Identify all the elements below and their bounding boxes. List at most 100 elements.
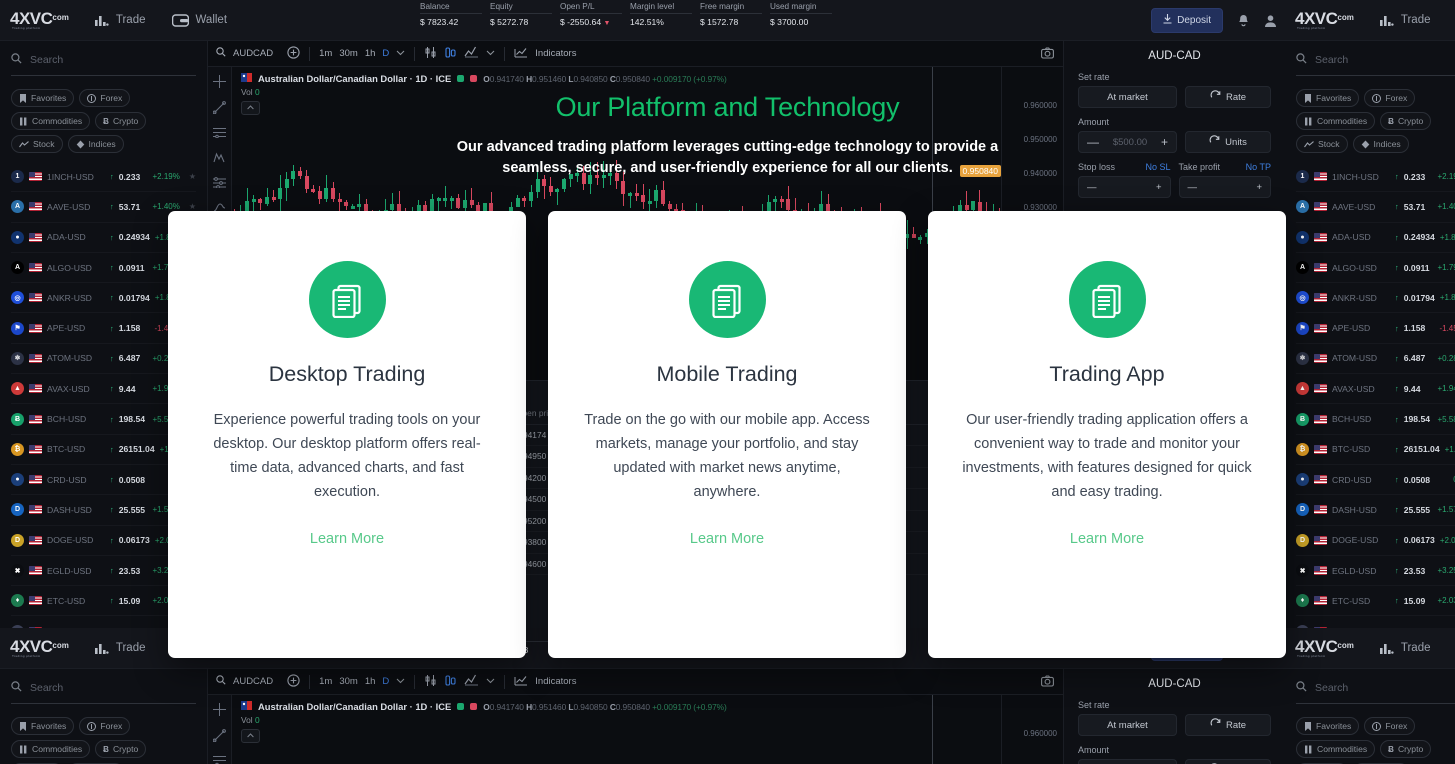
rate-button[interactable]: Rate xyxy=(1185,86,1271,108)
watchlist-search[interactable]: Search xyxy=(1296,51,1455,76)
instrument-row[interactable]: DDOGE-USD↑0.06173+2.08%★ xyxy=(1296,526,1455,556)
instrument-row[interactable]: 11INCH-USD↑0.233+2.19%★ xyxy=(1296,162,1455,193)
fib-pattern-icon[interactable] xyxy=(213,151,226,164)
category-pill-forex[interactable]: Forex xyxy=(1364,89,1416,107)
instrument-row[interactable]: ⚑APE-USD↑1.158-1.45%★ xyxy=(1296,313,1455,344)
brand-logo[interactable]: 4XVC com Trading platform xyxy=(10,9,69,30)
category-pill-forex[interactable]: Forex xyxy=(1364,717,1416,735)
category-pill-indices[interactable]: Indices xyxy=(1352,135,1409,153)
no-sl-link[interactable]: No SL xyxy=(1145,162,1170,172)
instrument-row[interactable]: ▲AVAX-USD↑9.44+1.94%★ xyxy=(1296,374,1455,405)
brand-logo[interactable]: 4XVC com Trading platform xyxy=(10,637,69,658)
watchlist-search[interactable]: Search xyxy=(11,679,196,704)
category-pill-favorites[interactable]: Favorites xyxy=(11,89,75,107)
stop-loss-stepper[interactable]: — + xyxy=(1078,176,1171,198)
nav-wallet[interactable]: Wallet xyxy=(171,13,227,27)
instrument-row[interactable]: AAAVE-USD↑53.71+1.40%★ xyxy=(1296,192,1455,223)
instrument-row[interactable]: ♦ETC-USD↑15.09+2.03%★ xyxy=(1296,586,1455,617)
camera-icon[interactable] xyxy=(1041,675,1054,690)
instrument-row[interactable]: ⚛ATOM-USD↑6.487+0.28%★ xyxy=(1296,344,1455,375)
crosshair-icon[interactable] xyxy=(213,75,226,88)
deposit-button[interactable]: Deposit xyxy=(1151,8,1223,33)
category-pill-crypto[interactable]: Ƀ Crypto xyxy=(1380,740,1432,758)
brand-logo[interactable]: 4XVC com Trading platform xyxy=(1295,9,1354,30)
category-pill-favorites[interactable]: Favorites xyxy=(11,717,75,735)
chevron-down-icon[interactable] xyxy=(396,676,405,687)
chart-area[interactable]: Australian Dollar/Canadian Dollar · 1D ·… xyxy=(208,695,1063,764)
plus-circle-icon[interactable] xyxy=(287,673,300,690)
category-pill-forex[interactable]: Forex xyxy=(79,89,131,107)
category-pill-crypto[interactable]: Ƀ Crypto xyxy=(95,740,147,758)
category-pill-favorites[interactable]: Favorites xyxy=(1296,717,1360,735)
favorite-star-icon[interactable]: ★ xyxy=(189,172,196,181)
candles-toggle-icon[interactable] xyxy=(424,674,437,690)
sl-plus-button[interactable]: + xyxy=(1156,182,1162,193)
set-rate-field[interactable]: At market xyxy=(1078,86,1177,108)
instrument-row[interactable]: AALGO-USD↑0.0911+1.79%★ xyxy=(1296,253,1455,284)
tp-plus-button[interactable]: + xyxy=(1256,182,1262,193)
category-pill-commodities[interactable]: Commodities xyxy=(11,112,91,130)
bell-icon[interactable] xyxy=(1237,14,1250,28)
category-pill-stock[interactable]: Stock xyxy=(11,135,63,153)
amount-minus-button[interactable]: — xyxy=(1087,135,1099,149)
category-pill-stock[interactable]: Stock xyxy=(1296,135,1348,153)
instrument-row[interactable]: 11INCH-USD↑0.233+2.19%★ xyxy=(11,162,196,193)
horizontal-lines-icon[interactable] xyxy=(213,127,226,138)
watchlist-search[interactable]: Search xyxy=(1296,679,1455,704)
learn-more-link[interactable]: Learn More xyxy=(310,531,384,547)
timeframe-1m[interactable]: 1m xyxy=(319,48,332,59)
amount-stepper[interactable]: — $500.00 + xyxy=(1078,759,1177,764)
bar-type-icon[interactable] xyxy=(444,46,457,62)
instrument-row[interactable]: DDASH-USD↑25.555+1.57%★ xyxy=(1296,495,1455,526)
category-pill-crypto[interactable]: Ƀ Crypto xyxy=(95,112,147,130)
instrument-row[interactable]: ●ADA-USD↑0.24934+1.81%★ xyxy=(1296,223,1455,253)
learn-more-link[interactable]: Learn More xyxy=(690,531,764,547)
price-axis[interactable]: 0.9600000.9500000.9400000.9300000.920000 xyxy=(1001,695,1063,764)
instrument-row[interactable]: ₿BTC-USD↑26151.04+1.76%★ xyxy=(1296,435,1455,465)
settings-sliders-icon[interactable] xyxy=(213,177,226,188)
category-pill-forex[interactable]: Forex xyxy=(79,717,131,735)
nav-trade[interactable]: Trade xyxy=(94,14,146,26)
candles-toggle-icon[interactable] xyxy=(424,46,437,62)
chart-style-icon[interactable] xyxy=(464,674,479,689)
person-icon[interactable] xyxy=(1264,14,1277,28)
timeframe-1h[interactable]: 1h xyxy=(365,676,376,687)
rate-button[interactable]: Rate xyxy=(1185,714,1271,736)
chevron-down-icon[interactable] xyxy=(396,48,405,59)
nav-trade[interactable]: Trade xyxy=(1379,642,1431,654)
symbol-search[interactable]: AUDCAD xyxy=(216,47,273,60)
take-profit-stepper[interactable]: — + xyxy=(1178,176,1271,198)
units-button[interactable]: Units xyxy=(1185,131,1271,153)
category-pill-commodities[interactable]: Commodities xyxy=(1296,740,1376,758)
timeframe-30m[interactable]: 30m xyxy=(339,676,357,687)
amount-stepper[interactable]: — $500.00 + xyxy=(1078,131,1177,153)
chart-style-icon[interactable] xyxy=(464,46,479,61)
horizontal-lines-icon[interactable] xyxy=(213,755,226,764)
trend-line-icon[interactable] xyxy=(213,101,226,114)
instrument-row[interactable]: ●CRD-USD↑0.05080%★ xyxy=(1296,465,1455,496)
units-button[interactable]: Units xyxy=(1185,759,1271,764)
timeframe-D[interactable]: D xyxy=(382,48,389,59)
chevron-down-icon[interactable] xyxy=(486,48,495,59)
nav-trade[interactable]: Trade xyxy=(1379,14,1431,26)
brand-logo[interactable]: 4XVC com Trading platform xyxy=(1295,637,1354,658)
bar-type-icon[interactable] xyxy=(444,674,457,690)
category-pill-crypto[interactable]: Ƀ Crypto xyxy=(1380,112,1432,130)
symbol-search[interactable]: AUDCAD xyxy=(216,675,273,688)
nav-trade[interactable]: Trade xyxy=(94,642,146,654)
timeframe-1h[interactable]: 1h xyxy=(365,48,376,59)
sl-minus-button[interactable]: — xyxy=(1087,182,1097,193)
crosshair-icon[interactable] xyxy=(213,703,226,716)
indicators-button[interactable]: Indicators xyxy=(514,674,576,689)
category-pill-favorites[interactable]: Favorites xyxy=(1296,89,1360,107)
tp-minus-button[interactable]: — xyxy=(1188,182,1198,193)
camera-icon[interactable] xyxy=(1041,47,1054,62)
instrument-row[interactable]: ✖EGLD-USD↑23.53+3.25%★ xyxy=(1296,556,1455,587)
collapse-legend-button[interactable] xyxy=(241,729,260,743)
chevron-down-icon[interactable] xyxy=(486,676,495,687)
watchlist-search[interactable]: Search xyxy=(11,51,196,76)
timeframe-1m[interactable]: 1m xyxy=(319,676,332,687)
category-pill-indices[interactable]: Indices xyxy=(67,135,124,153)
set-rate-field[interactable]: At market xyxy=(1078,714,1177,736)
collapse-legend-button[interactable] xyxy=(241,101,260,115)
